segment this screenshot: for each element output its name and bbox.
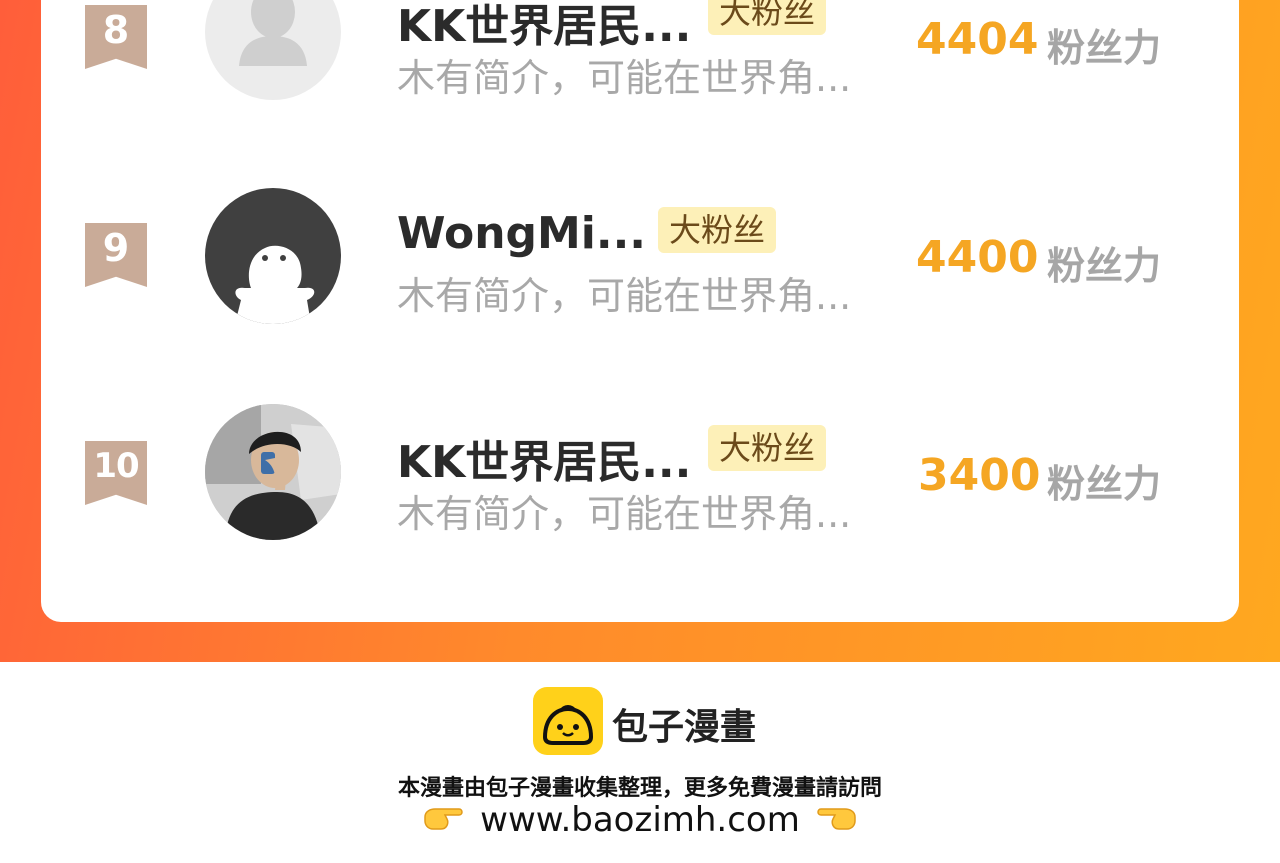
user-intro: 木有简介，可能在世界角... [397,492,852,536]
rank-badge: 9 [85,223,147,287]
photo-avatar[interactable] [205,404,341,540]
baozi-logo-icon[interactable] [533,687,603,755]
fan-level-badge: 大粉丝 [658,207,777,253]
fan-level-badge: 大粉丝 [708,0,827,35]
user-name[interactable]: WongMi... [397,208,646,259]
user-name[interactable]: KK世界居民... [397,426,691,490]
fan-score: 3400 [918,450,1041,501]
site-url-link[interactable]: www.baozimh.com [480,800,800,840]
fan-score-unit: 粉丝力 [1047,26,1162,70]
ranking-card: 8 KK世界居民... 大粉丝 木有简介，可能在世界角... 4404 粉丝力 … [41,0,1239,622]
fan-score: 4404 [916,14,1039,65]
ranking-frame: 8 KK世界居民... 大粉丝 木有简介，可能在世界角... 4404 粉丝力 … [0,0,1280,662]
fan-score-unit: 粉丝力 [1047,244,1162,288]
brand-name: 包子漫畫 [612,707,757,748]
rank-badge: 8 [85,5,147,69]
fan-level-badge: 大粉丝 [708,425,827,471]
list-item[interactable]: 10 KK世界居民... 大粉丝 木有简介，可能在世界角... 3400 粉丝力 [41,396,1239,540]
pointing-right-icon [423,803,465,837]
default-avatar-icon[interactable] [205,0,341,100]
list-item[interactable]: 8 KK世界居民... 大粉丝 木有简介，可能在世界角... 4404 粉丝力 [41,0,1239,100]
user-name[interactable]: KK世界居民... [397,0,691,54]
footer-url-row: www.baozimh.com [0,800,1280,844]
footer-note: 本漫畫由包子漫畫收集整理，更多免費漫畫請訪問 [397,776,882,801]
user-intro: 木有简介，可能在世界角... [397,56,852,100]
pointing-left-icon [815,803,857,837]
user-intro: 木有简介，可能在世界角... [397,274,852,318]
ghost-avatar-icon[interactable] [205,188,341,324]
fan-score: 4400 [916,232,1039,283]
rank-badge: 10 [85,441,147,505]
list-item[interactable]: 9 WongMi... 大粉丝 木有简介，可能在世界角... 4400 粉丝力 [41,178,1239,324]
fan-score-unit: 粉丝力 [1047,462,1162,506]
